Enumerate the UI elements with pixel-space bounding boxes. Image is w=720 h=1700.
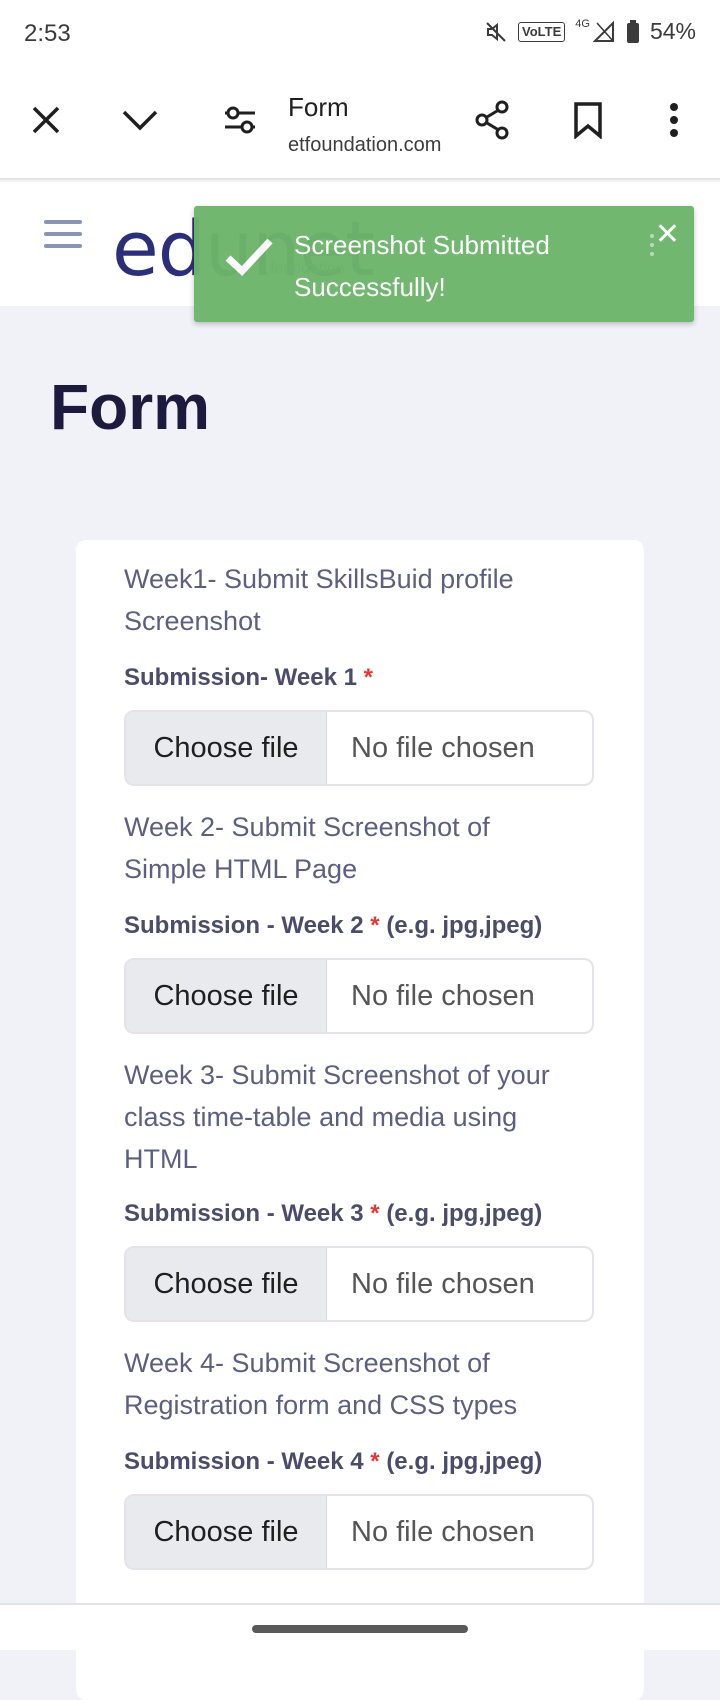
page-tab-title[interactable]: Form: [288, 92, 349, 123]
success-toast: Screenshot Submitted Successfully! ✕: [194, 206, 694, 322]
file-status: No file chosen: [351, 1267, 535, 1300]
drag-handle-icon: [650, 234, 654, 261]
page-title: Form: [50, 371, 210, 443]
toast-message: Screenshot Submitted Successfully!: [294, 230, 550, 302]
file-input-week4[interactable]: Choose file No file chosen: [124, 1494, 594, 1570]
file-status: No file chosen: [351, 731, 535, 764]
signal-icon: [592, 20, 616, 44]
field-hint: (e.g. jpg,jpeg): [386, 1448, 543, 1475]
bookmark-icon[interactable]: [564, 96, 612, 144]
field-hint: (e.g. jpg,jpeg): [386, 912, 543, 939]
field-label: Submission - Week 2 * (e.g. jpg,jpeg): [124, 912, 543, 939]
question-text: Week 3- Submit Screenshot of your class …: [124, 1060, 550, 1174]
choose-file-button[interactable]: Choose file: [126, 1496, 327, 1568]
field-label: Submission - Week 3 * (e.g. jpg,jpeg): [124, 1200, 543, 1227]
mute-icon: [484, 20, 508, 44]
file-input-week2[interactable]: Choose file No file chosen: [124, 958, 594, 1034]
file-status: No file chosen: [351, 1515, 535, 1548]
choose-file-button[interactable]: Choose file: [126, 960, 327, 1032]
required-marker: *: [370, 912, 380, 939]
status-icons: VoLTE 4G 54%: [484, 18, 696, 45]
menu-icon[interactable]: [44, 220, 82, 256]
field-label: Submission- Week 1 *: [124, 664, 373, 691]
close-icon[interactable]: [22, 96, 70, 144]
more-vert-icon[interactable]: [650, 96, 698, 144]
choose-file-button[interactable]: Choose file: [126, 712, 327, 784]
status-time: 2:53: [24, 20, 71, 47]
tune-icon[interactable]: [216, 96, 264, 144]
volte-icon: VoLTE: [518, 21, 566, 42]
file-status: No file chosen: [351, 979, 535, 1012]
question-text: Week 4- Submit Screenshot of Registratio…: [124, 1348, 518, 1420]
file-input-week1[interactable]: Choose file No file chosen: [124, 710, 594, 786]
form-card: Week1- Submit SkillsBuid profile Screens…: [76, 540, 644, 1700]
url-bar[interactable]: etfoundation.com: [288, 134, 448, 157]
question-text: Week 2- Submit Screenshot of Simple HTML…: [124, 812, 490, 884]
question-text: Week1- Submit SkillsBuid profile Screens…: [124, 564, 514, 636]
toast-close-button[interactable]: ✕: [655, 220, 680, 250]
required-marker: *: [370, 1200, 380, 1227]
share-icon[interactable]: [468, 96, 516, 144]
browser-toolbar: Form etfoundation.com: [0, 72, 720, 180]
check-icon: [224, 236, 274, 281]
file-input-week3[interactable]: Choose file No file chosen: [124, 1246, 594, 1322]
status-bar: 2:53 VoLTE 4G 54%: [0, 0, 720, 72]
battery-percent: 54%: [649, 18, 696, 44]
network-type: 4G: [575, 17, 590, 30]
field-hint: (e.g. jpg,jpeg): [386, 1200, 543, 1227]
battery-icon: [626, 19, 640, 44]
required-marker: *: [370, 1448, 380, 1475]
navigation-bar: [0, 1603, 720, 1650]
required-marker: *: [363, 664, 373, 691]
gesture-handle[interactable]: [252, 1625, 468, 1633]
choose-file-button[interactable]: Choose file: [126, 1248, 327, 1320]
field-label: Submission - Week 4 * (e.g. jpg,jpeg): [124, 1448, 543, 1475]
chevron-down-icon[interactable]: [116, 96, 164, 144]
